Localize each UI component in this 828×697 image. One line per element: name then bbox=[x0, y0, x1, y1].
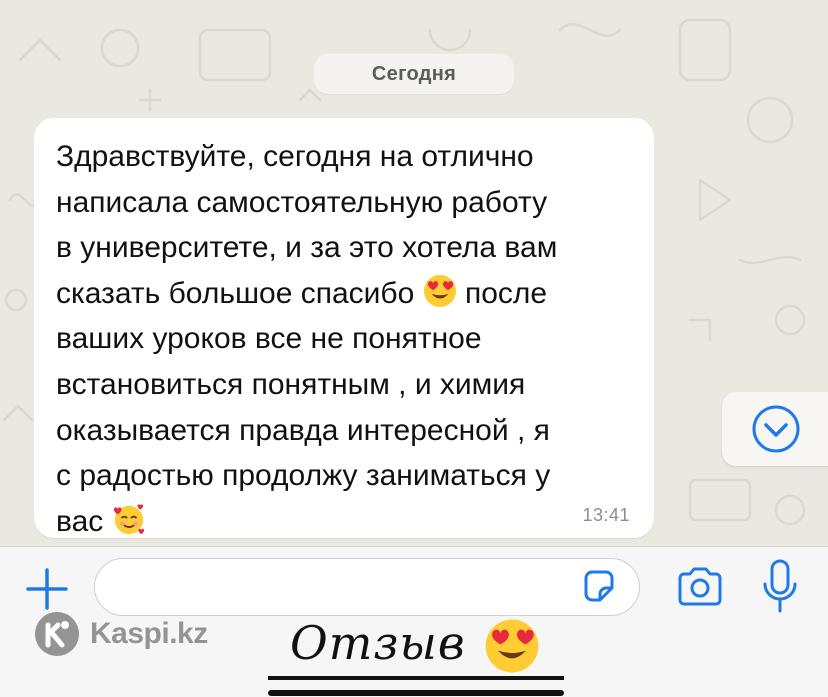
message-timestamp: 13:41 bbox=[582, 505, 630, 525]
message-line: вас bbox=[56, 504, 104, 538]
smiling-face-with-hearts-emoji bbox=[112, 502, 146, 536]
camera-icon[interactable] bbox=[676, 566, 724, 608]
incoming-message-bubble[interactable]: Здравствуйте, сегодня на отлично написал… bbox=[34, 118, 654, 538]
message-line: с радостью продолжу заниматься у bbox=[56, 459, 551, 493]
review-label: Отзыв bbox=[290, 616, 466, 670]
message-line: сказать большое спасибо bbox=[56, 276, 415, 310]
heart-eyes-emoji bbox=[423, 274, 457, 308]
review-underline bbox=[268, 676, 564, 680]
message-line: в университете, и за это хотела вам bbox=[56, 231, 558, 265]
message-line: Здравствуйте, сегодня на отлично bbox=[56, 140, 534, 173]
sticker-icon[interactable] bbox=[580, 568, 618, 606]
chevron-down-circle-icon bbox=[752, 405, 800, 453]
date-separator: Сегодня bbox=[314, 54, 514, 94]
kaspi-logo-icon bbox=[35, 612, 79, 656]
message-line: встановиться понятным , и химия bbox=[56, 367, 526, 401]
chat-background: Сегодня Здравствуйте, сегодня на отлично… bbox=[0, 0, 828, 548]
kaspi-watermark: Kaspi.kz bbox=[34, 608, 208, 660]
message-line: ваших уроков все не понятное bbox=[56, 322, 482, 356]
scroll-to-bottom-button[interactable] bbox=[722, 392, 828, 466]
microphone-icon[interactable] bbox=[760, 558, 800, 616]
home-indicator bbox=[268, 690, 564, 696]
message-text: Здравствуйте, сегодня на отлично написал… bbox=[56, 134, 636, 544]
message-line: после bbox=[464, 276, 548, 310]
message-line: оказывается правда интересной , я bbox=[56, 413, 550, 447]
watermark-text: Kaspi.kz bbox=[90, 617, 208, 650]
date-label: Сегодня bbox=[371, 62, 457, 85]
message-line: написала самостоятельную работу bbox=[56, 185, 548, 219]
heart-eyes-emoji bbox=[485, 619, 539, 673]
plus-icon[interactable] bbox=[24, 566, 70, 612]
